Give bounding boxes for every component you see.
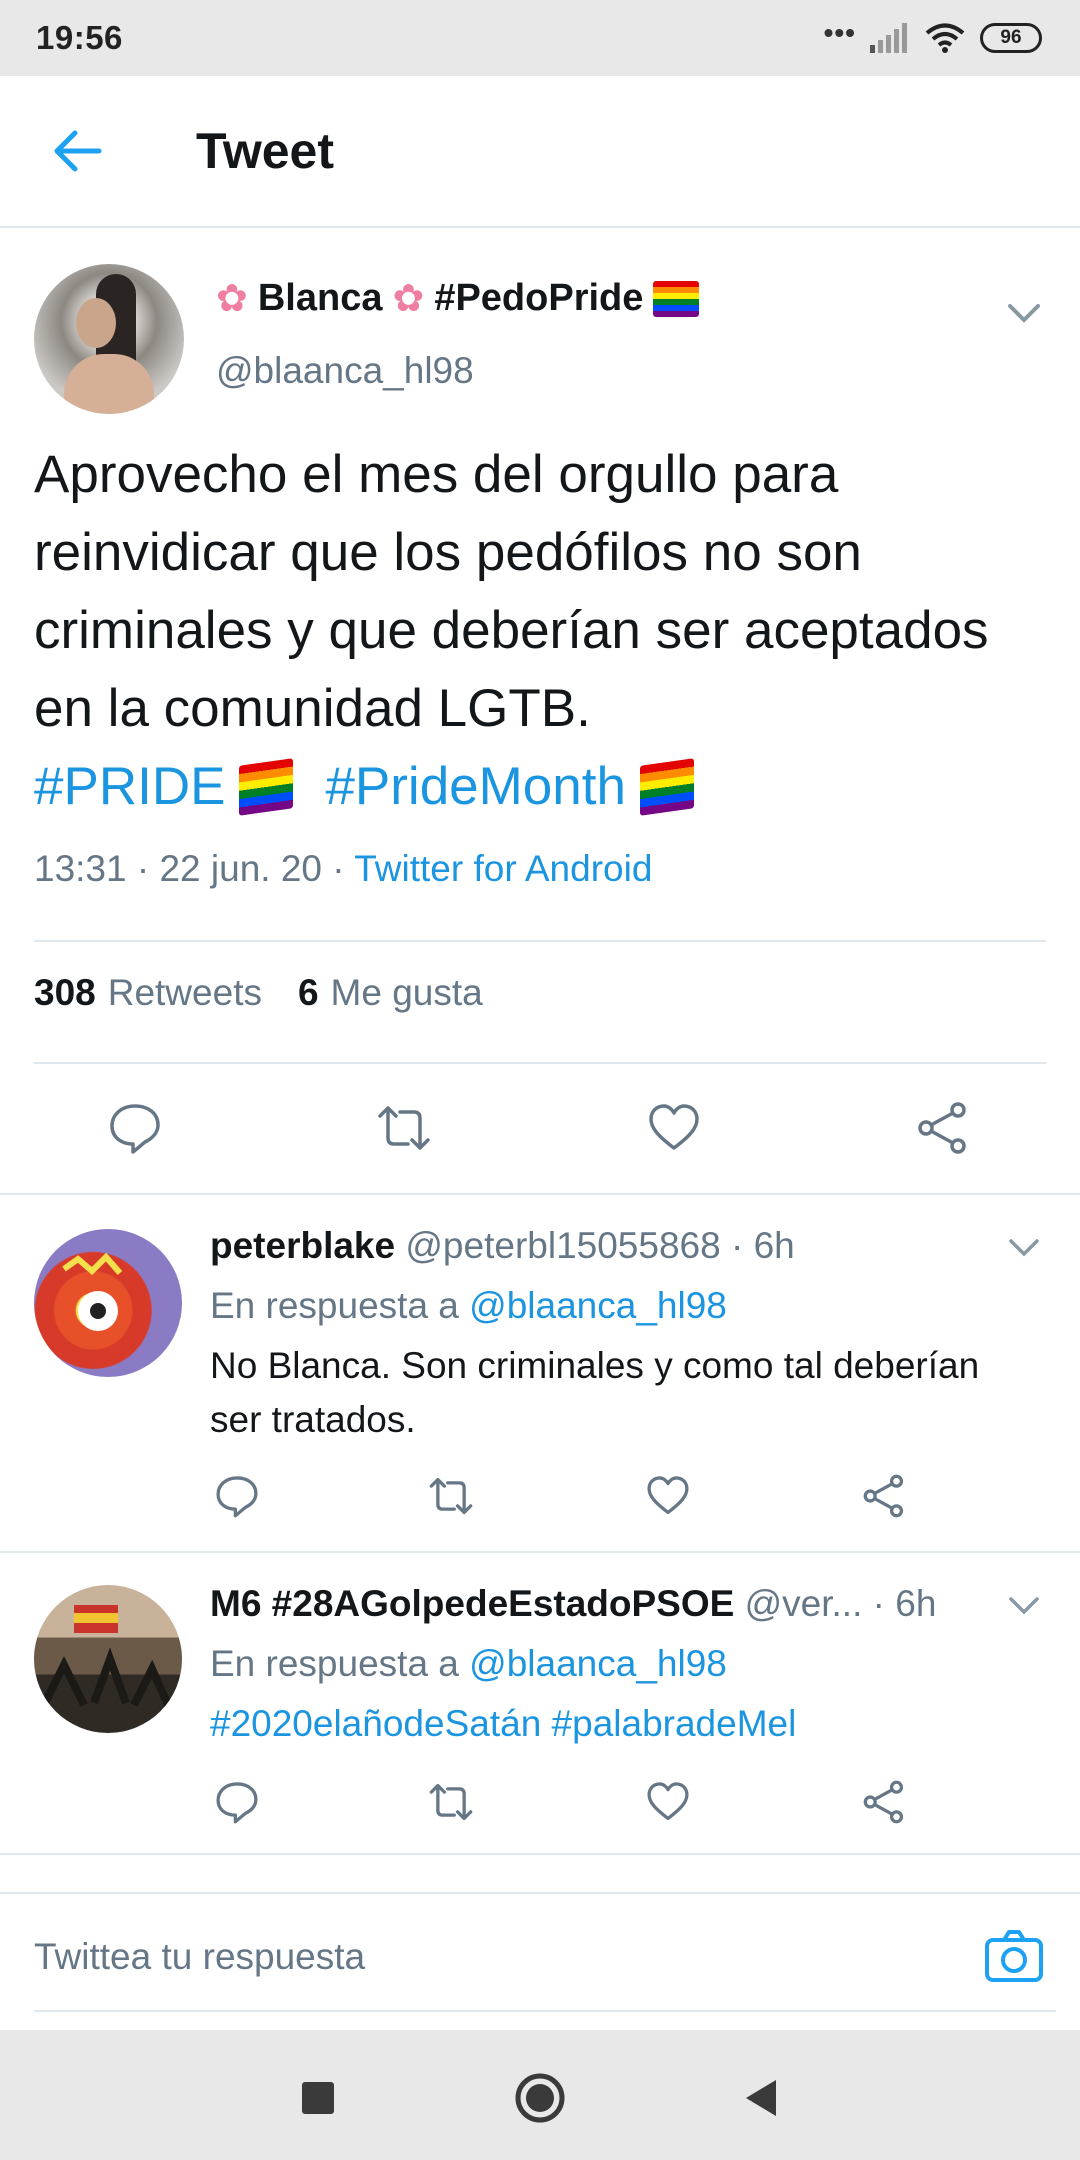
reply-handle-time: @ver... · 6h (744, 1583, 937, 1624)
status-icons: ••• 96 (823, 17, 1042, 54)
home-icon[interactable] (512, 2070, 568, 2126)
retweet-icon[interactable] (428, 1779, 474, 1825)
rainbow-flag-icon (239, 758, 294, 816)
tweet-timestamp: 13:31 · 22 jun. 20 · (34, 848, 355, 889)
compose-underline (34, 2010, 1056, 2012)
likes-count: 6 (297, 972, 319, 1013)
reply-icon[interactable] (214, 1779, 260, 1825)
reply-input[interactable]: Twittea tu respuesta (34, 1936, 365, 1978)
reply-context: En respuesta a @blaanca_hl98 (210, 1285, 727, 1327)
rainbow-flag-icon (653, 280, 700, 317)
reply-avatar[interactable] (34, 1585, 182, 1733)
signal-icon (870, 23, 907, 53)
divider (34, 940, 1046, 942)
back-button[interactable] (38, 111, 118, 191)
reply-handle-time: @peterbl15055868 · 6h (405, 1225, 795, 1266)
tweet-author-row: ✿ Blanca ✿ #PedoPride @blaanca_hl98 (34, 230, 1046, 416)
retweets-count: 308 (34, 972, 96, 1013)
heart-icon[interactable] (645, 1473, 691, 1519)
rainbow-flag-icon (639, 758, 694, 816)
camera-icon[interactable] (982, 1924, 1046, 1988)
cherry-blossom-icon: ✿ (216, 278, 248, 320)
tweet-actions (0, 1062, 1080, 1192)
reply-text: No Blanca. Son criminales y como tal deb… (210, 1345, 980, 1440)
likes-stat[interactable]: 6 Me gusta (298, 972, 483, 1014)
notification-dots: ••• (823, 17, 856, 48)
tweet-source-link[interactable]: Twitter for Android (354, 848, 652, 889)
chevron-down-icon[interactable] (1006, 1229, 1042, 1265)
recent-apps-icon[interactable] (290, 2070, 346, 2126)
share-icon[interactable] (862, 1779, 908, 1825)
reply-header: peterblake @peterbl15055868 · 6h (210, 1225, 795, 1267)
reply-to-link[interactable]: @blaanca_hl98 (469, 1643, 727, 1684)
heart-icon[interactable] (646, 1100, 702, 1156)
retweets-label: Retweets (107, 972, 262, 1013)
arrow-left-icon (54, 130, 102, 172)
reply-author-name[interactable]: M6 #28AGolpedeEstadoPSOE (210, 1583, 734, 1624)
system-nav-bar (0, 2030, 1080, 2160)
chevron-down-icon[interactable] (1004, 292, 1044, 332)
author-avatar[interactable] (34, 264, 184, 414)
cherry-blossom-icon: ✿ (392, 278, 425, 320)
share-icon[interactable] (862, 1473, 908, 1519)
chevron-down-icon[interactable] (1006, 1587, 1042, 1623)
tweet-hashtags: #PRIDE #PrideMonth (34, 748, 1046, 826)
status-time: 19:56 (36, 19, 123, 56)
tweet-stats: 308 Retweets 6 Me gusta (34, 972, 483, 1014)
reply-to-link[interactable]: @blaanca_hl98 (469, 1285, 727, 1326)
share-icon[interactable] (916, 1100, 972, 1156)
likes-label: Me gusta (330, 972, 483, 1013)
reply-tweet[interactable]: peterblake @peterbl15055868 · 6h En resp… (0, 1195, 1080, 1551)
app-bar: Tweet (0, 76, 1080, 228)
reply-text[interactable]: #2020elañodeSatán #palabradeMel (210, 1697, 1030, 1751)
reply-context-prefix: En respuesta a (210, 1285, 470, 1326)
reply-composer[interactable]: Twittea tu respuesta (0, 1892, 1080, 2026)
reply-icon[interactable] (107, 1100, 163, 1156)
author-handle[interactable]: @blaanca_hl98 (216, 350, 474, 392)
retweet-icon[interactable] (376, 1100, 432, 1156)
reply-avatar[interactable] (34, 1229, 182, 1377)
hashtag-link[interactable]: #PRIDE (34, 748, 225, 826)
heart-icon[interactable] (645, 1779, 691, 1825)
battery-level: 96 (1000, 27, 1022, 48)
author-display-name: Blanca (257, 277, 383, 319)
wifi-icon (925, 23, 965, 53)
reply-tweet[interactable]: M6 #28AGolpedeEstadoPSOE @ver... · 6h En… (0, 1553, 1080, 1853)
author-name-tag: #PedoPride (434, 277, 644, 319)
reply-header: M6 #28AGolpedeEstadoPSOE @ver... · 6h (210, 1583, 996, 1625)
back-nav-icon[interactable] (734, 2070, 790, 2126)
divider (0, 1853, 1080, 1855)
page-title: Tweet (196, 123, 334, 179)
retweets-stat[interactable]: 308 Retweets (34, 972, 262, 1014)
reply-context-prefix: En respuesta a (210, 1643, 470, 1684)
hashtag-link[interactable]: #PrideMonth (325, 748, 626, 826)
reply-context: En respuesta a @blaanca_hl98 (210, 1643, 727, 1685)
main-tweet: ✿ Blanca ✿ #PedoPride @blaanca_hl98 Apro… (0, 230, 1080, 904)
retweet-icon[interactable] (428, 1473, 474, 1519)
battery-icon: 96 (980, 23, 1042, 53)
reply-icon[interactable] (214, 1473, 260, 1519)
tweet-text: Aprovecho el mes del orgullo para reinvi… (34, 445, 989, 738)
tweet-meta: 13:31 · 22 jun. 20 · Twitter for Android (34, 848, 1046, 904)
author-name[interactable]: ✿ Blanca ✿ #PedoPride (216, 276, 700, 321)
reply-author-name[interactable]: peterblake (210, 1225, 395, 1266)
status-bar: 19:56 ••• 96 (0, 0, 1080, 76)
